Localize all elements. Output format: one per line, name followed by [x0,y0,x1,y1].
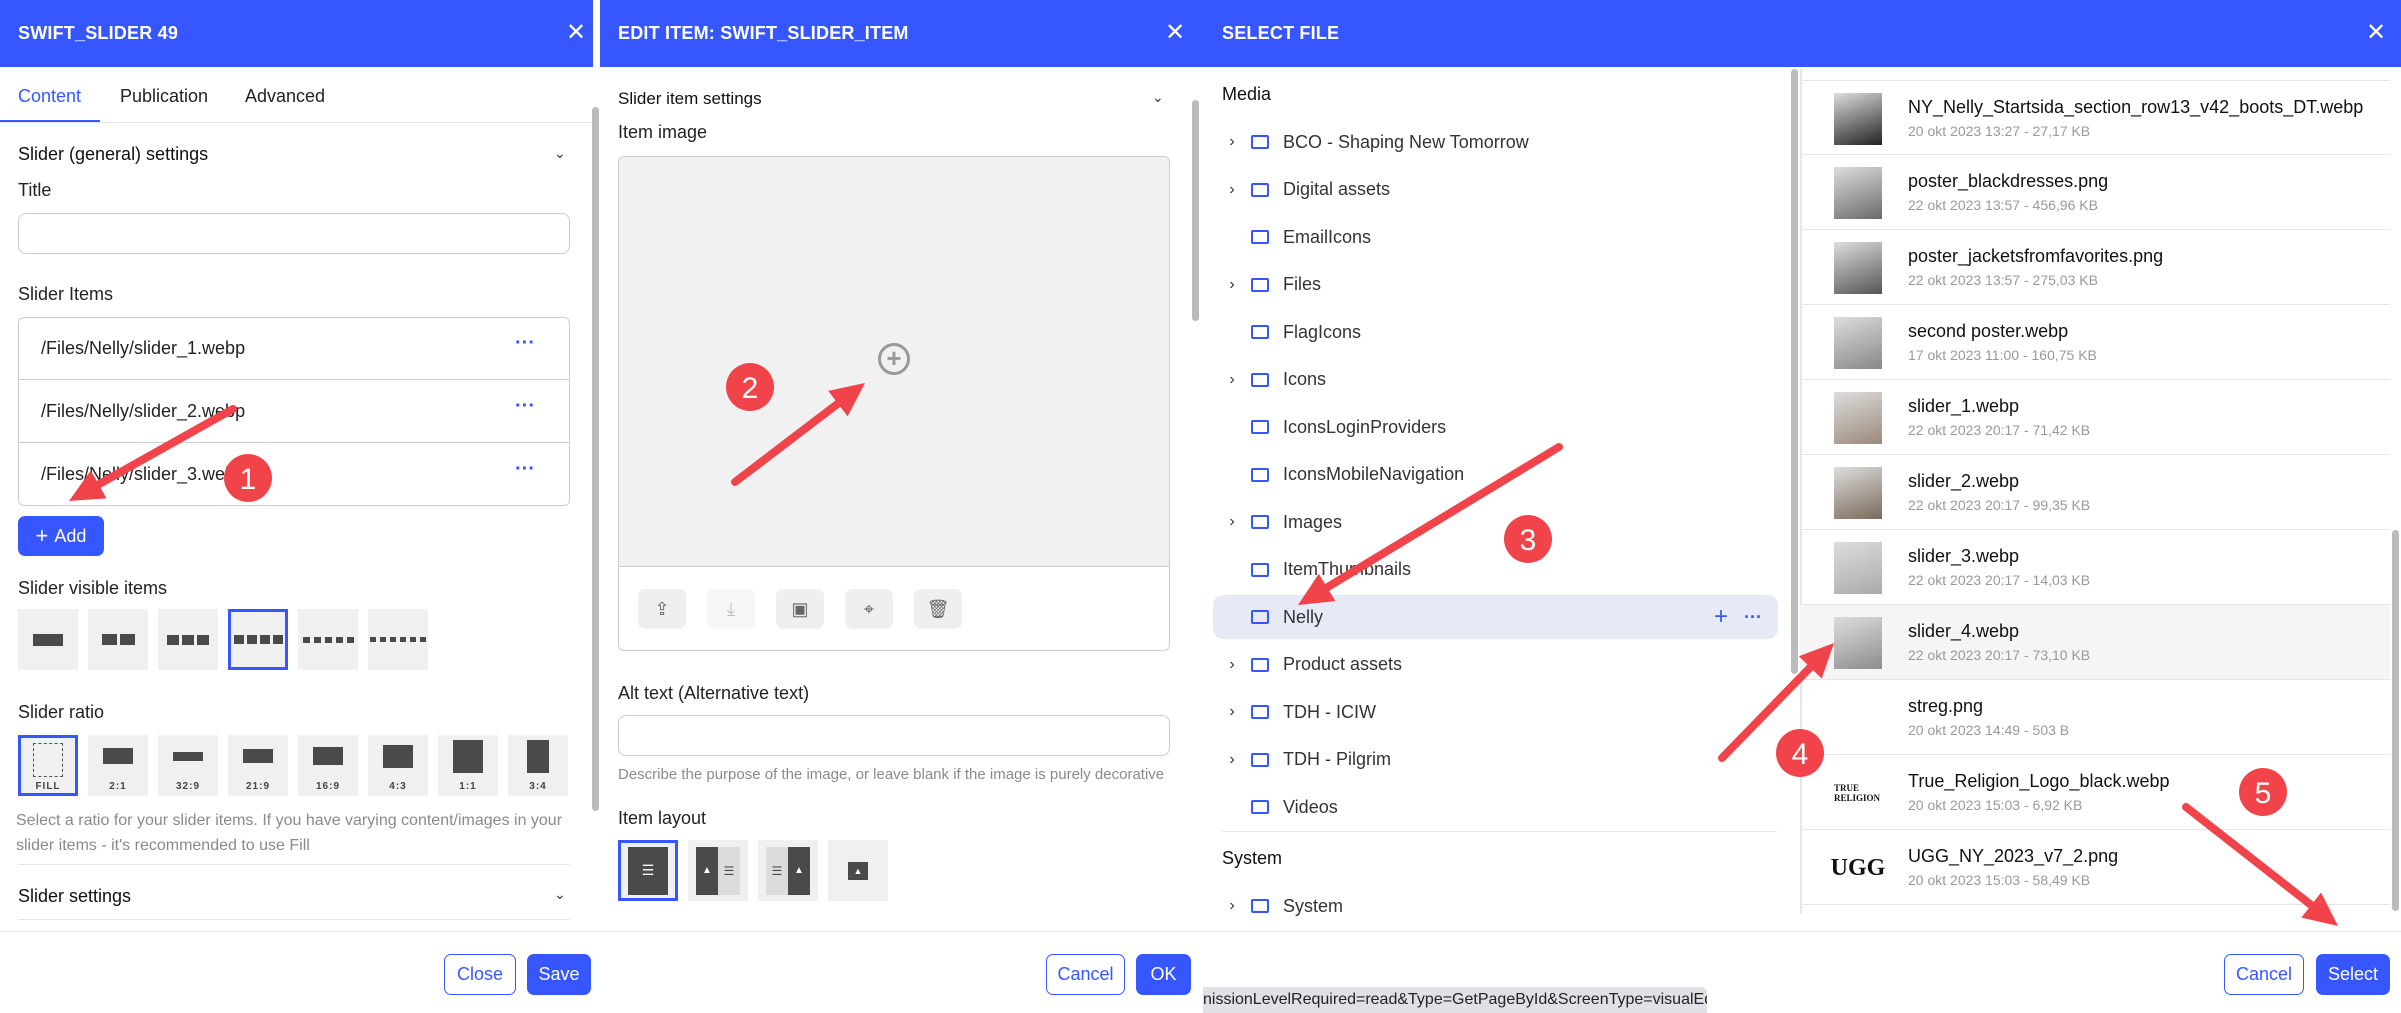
annotation-step-marker: 4 [1776,729,1824,777]
annotation-step-number: 3 [1520,524,1537,557]
annotation-step-marker: 5 [2239,768,2287,816]
annotation-layer: 1 2 3 4 5 [69,363,2338,926]
annotation-arrow [94,405,237,489]
annotation-step-marker: 1 [224,454,272,502]
annotation-step-number: 2 [742,372,759,405]
annotation-step-number: 1 [240,463,257,496]
annotation-arrow [2182,803,2316,910]
annotation-step-number: 4 [1792,738,1809,771]
annotation-arrow [731,399,842,486]
annotation-step-number: 5 [2255,777,2272,810]
annotation-step-marker: 2 [726,363,774,411]
annotation-step-marker: 3 [1504,515,1552,563]
